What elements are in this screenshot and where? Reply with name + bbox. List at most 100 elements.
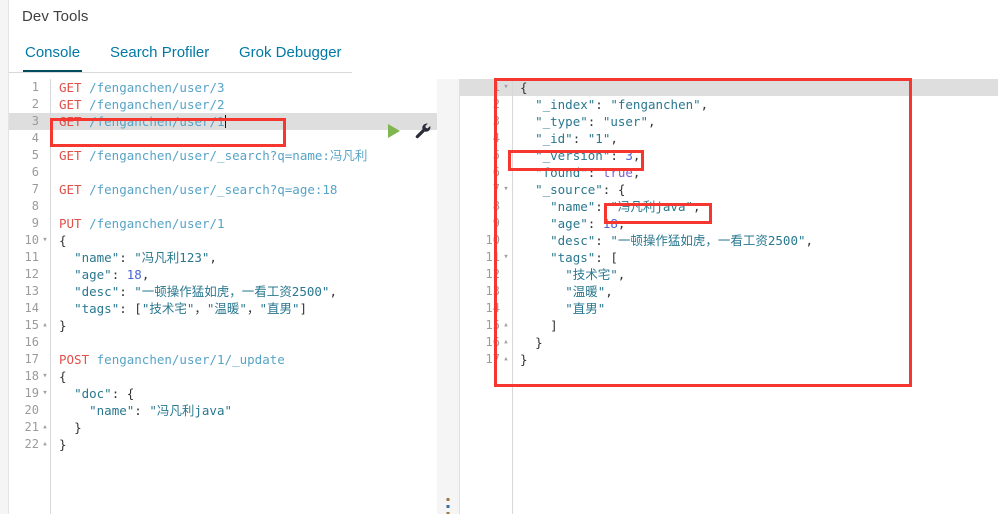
- code-line: }: [59, 437, 67, 452]
- line-number: 5: [492, 148, 500, 162]
- response-line[interactable]: 3 "_type": "user",: [460, 113, 998, 130]
- fold-toggle-icon[interactable]: ▾: [501, 79, 511, 96]
- request-line[interactable]: 19 ▾ "doc": {: [9, 385, 449, 402]
- fold-toggle-icon[interactable]: ▴: [40, 317, 50, 334]
- fold-toggle-icon[interactable]: ▾: [40, 368, 50, 385]
- request-line[interactable]: 17 POST fenganchen/user/1/_update: [9, 351, 449, 368]
- code-line: POST fenganchen/user/1/_update: [59, 352, 285, 367]
- response-line[interactable]: 1 ▾ {: [460, 79, 998, 96]
- request-line[interactable]: 9 PUT /fenganchen/user/1: [9, 215, 449, 232]
- line-number: 8: [492, 199, 500, 213]
- wrench-icon[interactable]: [414, 122, 432, 145]
- response-line[interactable]: 10 "desc": "一顿操作猛如虎，一看工资2500",: [460, 232, 998, 249]
- code-line: "_type": "user",: [535, 114, 656, 129]
- response-line[interactable]: 9 "age": 18,: [460, 215, 998, 232]
- code-line: "_id": "1",: [535, 131, 618, 146]
- fold-toggle-icon[interactable]: ▴: [501, 317, 511, 334]
- request-line[interactable]: 4: [9, 130, 449, 147]
- line-number: 9: [31, 216, 39, 230]
- fold-toggle-icon[interactable]: ▴: [501, 351, 511, 368]
- line-number: 11: [24, 250, 39, 264]
- code-line: "found": true,: [535, 165, 641, 180]
- response-line[interactable]: 4 "_id": "1",: [460, 130, 998, 147]
- request-line[interactable]: 12 "age": 18,: [9, 266, 449, 283]
- response-line[interactable]: 7 ▾ "_source": {: [460, 181, 998, 198]
- code-line: "直男": [565, 301, 606, 316]
- response-line[interactable]: 12 "技术宅",: [460, 266, 998, 283]
- response-line[interactable]: 14 "直男": [460, 300, 998, 317]
- code-line: "_index": "fenganchen",: [535, 97, 709, 112]
- code-line: "_version": 3,: [535, 148, 641, 163]
- response-line[interactable]: 8 "name": "冯凡利java",: [460, 198, 998, 215]
- request-line[interactable]: 20 "name": "冯凡利java": [9, 402, 449, 419]
- request-line[interactable]: 14 "tags": ["技术宅"，"温暖"，"直男"]: [9, 300, 449, 317]
- code-line: "doc": {: [74, 386, 135, 401]
- request-editor-pane[interactable]: 1 GET /fenganchen/user/3 2 GET /fenganchen/…: [9, 79, 449, 514]
- request-line[interactable]: 16: [9, 334, 449, 351]
- code-line: "age": 18,: [74, 267, 150, 282]
- code-line: {: [59, 369, 67, 384]
- code-line: GET /fenganchen/user/_search?q=age:18: [59, 182, 338, 197]
- request-line[interactable]: 21 ▴ }: [9, 419, 449, 436]
- request-gutter-divider: [50, 79, 51, 514]
- line-number: 7: [31, 182, 39, 196]
- line-number: 10: [24, 233, 39, 247]
- line-number: 12: [24, 267, 39, 281]
- request-line[interactable]: 1 GET /fenganchen/user/3: [9, 79, 449, 96]
- response-viewer-pane[interactable]: 1 ▾{2 "_index": "fenganchen", 3 "_type": "…: [460, 79, 998, 514]
- response-line[interactable]: 17 ▴}: [460, 351, 998, 368]
- code-line: "desc": "一顿操作猛如虎，一看工资2500",: [74, 284, 337, 299]
- response-line[interactable]: 2 "_index": "fenganchen",: [460, 96, 998, 113]
- response-line[interactable]: 15 ▴ ]: [460, 317, 998, 334]
- request-line[interactable]: 6: [9, 164, 449, 181]
- tab-console[interactable]: Console: [23, 39, 83, 72]
- line-number: 6: [492, 165, 500, 179]
- fold-toggle-icon[interactable]: ▴: [501, 334, 511, 351]
- code-line: "age": 18,: [550, 216, 626, 231]
- line-number: 3: [31, 114, 39, 128]
- response-line[interactable]: 13 "温暖",: [460, 283, 998, 300]
- request-line[interactable]: 11 "name": "冯凡利123",: [9, 249, 449, 266]
- drag-handle-icon[interactable]: [446, 498, 450, 514]
- line-number: 16: [485, 335, 500, 349]
- fold-toggle-icon[interactable]: ▾: [501, 181, 511, 198]
- line-number: 11: [485, 250, 500, 264]
- request-line[interactable]: 15 ▴}: [9, 317, 449, 334]
- code-line: }: [535, 335, 543, 350]
- play-icon[interactable]: [388, 124, 400, 138]
- response-line[interactable]: 11 ▾ "tags": [: [460, 249, 998, 266]
- line-number: 10: [485, 233, 500, 247]
- request-line[interactable]: 18 ▾ {: [9, 368, 449, 385]
- code-line: {: [59, 233, 67, 248]
- code-line: "name": "冯凡利123",: [74, 250, 217, 265]
- fold-toggle-icon[interactable]: ▴: [40, 419, 50, 436]
- response-line[interactable]: 16 ▴ }: [460, 334, 998, 351]
- line-number: 6: [31, 165, 39, 179]
- request-line[interactable]: 3 GET /fenganchen/user/1: [9, 113, 449, 130]
- request-line[interactable]: 22 ▴}: [9, 436, 449, 453]
- fold-toggle-icon[interactable]: ▴: [40, 436, 50, 453]
- request-line[interactable]: 2 GET /fenganchen/user/2: [9, 96, 449, 113]
- line-number: 15: [485, 318, 500, 332]
- line-number: 21: [24, 420, 39, 434]
- pane-splitter[interactable]: [437, 79, 459, 514]
- code-line: "tags": [: [550, 250, 618, 265]
- line-number: 1: [492, 80, 500, 94]
- line-number: 17: [485, 352, 500, 366]
- code-line: }: [59, 318, 67, 333]
- response-line[interactable]: 6 "found": true,: [460, 164, 998, 181]
- request-line[interactable]: 10 ▾ {: [9, 232, 449, 249]
- code-line: "tags": ["技术宅"，"温暖"，"直男"]: [74, 301, 308, 316]
- line-number: 7: [492, 182, 500, 196]
- line-number: 16: [24, 335, 39, 349]
- request-line[interactable]: 13 "desc": "一顿操作猛如虎，一看工资2500",: [9, 283, 449, 300]
- response-line[interactable]: 5 "_version": 3,: [460, 147, 998, 164]
- request-line[interactable]: 5 GET /fenganchen/user/_search?q=name:冯凡利: [9, 147, 449, 164]
- fold-toggle-icon[interactable]: ▾: [40, 385, 50, 402]
- request-line[interactable]: 8: [9, 198, 449, 215]
- fold-toggle-icon[interactable]: ▾: [501, 249, 511, 266]
- tab-grok-debugger[interactable]: Grok Debugger: [237, 39, 344, 70]
- request-line[interactable]: 7 GET /fenganchen/user/_search?q=age:18: [9, 181, 449, 198]
- tab-search-profiler[interactable]: Search Profiler: [108, 39, 211, 70]
- fold-toggle-icon[interactable]: ▾: [40, 232, 50, 249]
